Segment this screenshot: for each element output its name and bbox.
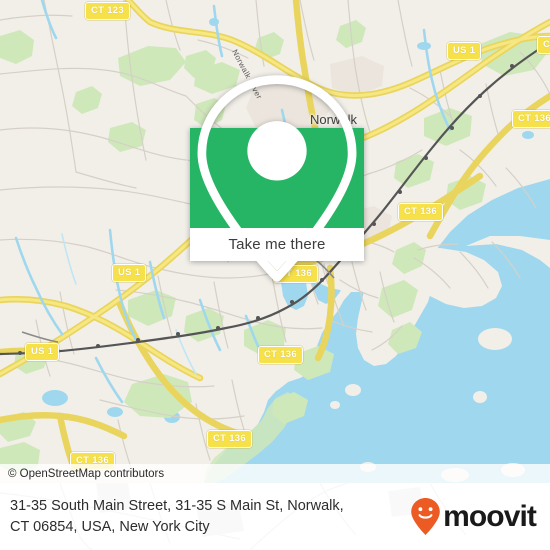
footer-content: 31-35 South Main Street, 31-35 S Main St…: [0, 483, 550, 550]
road-shield: CT 136: [207, 430, 252, 448]
map-attribution[interactable]: © OpenStreetMap contributors: [0, 464, 550, 483]
location-callout-card[interactable]: Take me there: [190, 74, 364, 282]
road-shield: US 1: [112, 264, 147, 282]
road-shield: CT 136: [398, 203, 443, 221]
callout-icon-area: [190, 74, 364, 282]
map-pin-icon: [197, 74, 357, 282]
road-shield: CT 136: [512, 110, 550, 128]
road-shield: CT: [537, 36, 550, 54]
map-canvas[interactable]: CT 123 US 1 CT 136 CT 136 US 1 CT 136 US…: [0, 0, 550, 483]
moovit-pin-smiley-icon: [411, 498, 440, 535]
address-text: 31-35 South Main Street, 31-35 S Main St…: [10, 496, 344, 537]
moovit-logo[interactable]: moovit: [410, 497, 537, 536]
address-line-2: CT 06854, USA, New York City: [10, 518, 210, 535]
moovit-wordmark: moovit: [443, 499, 537, 533]
take-me-there-label: Take me there: [228, 236, 326, 253]
callout-pointer: [268, 261, 286, 271]
address-line-1: 31-35 South Main Street, 31-35 S Main St…: [10, 497, 344, 514]
footer-bar: 31-35 South Main Street, 31-35 S Main St…: [0, 483, 550, 550]
take-me-there-button[interactable]: Take me there: [190, 228, 364, 271]
road-shield: CT 123: [85, 2, 130, 20]
road-shield: US 1: [447, 42, 482, 60]
road-shield: US 1: [25, 343, 60, 361]
attribution-text: © OpenStreetMap contributors: [8, 467, 165, 480]
moovit-map-share-card: CT 123 US 1 CT 136 CT 136 US 1 CT 136 US…: [0, 0, 550, 550]
